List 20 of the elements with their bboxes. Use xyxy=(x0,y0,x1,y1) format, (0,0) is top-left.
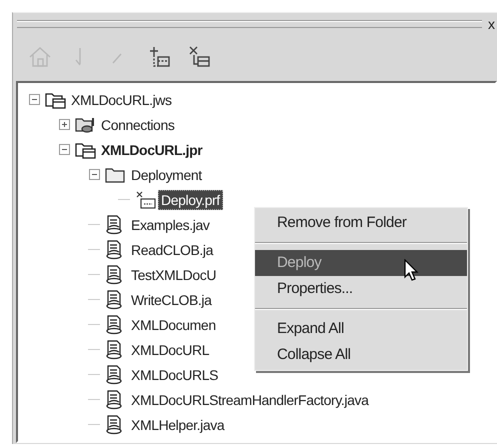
menu-item[interactable]: Remove from Folder xyxy=(255,210,467,236)
menu-item[interactable]: Deploy xyxy=(255,250,467,276)
close-button[interactable]: x xyxy=(486,16,497,32)
tree-item[interactable]: XMLDocURLStreamHandlerFactory.java xyxy=(128,390,372,410)
tree-item[interactable]: XMLDocumen xyxy=(128,314,219,334)
tree-item[interactable]: Deployment xyxy=(128,164,205,184)
tree-item[interactable]: XMLHelper.java xyxy=(128,414,228,434)
menu-item[interactable]: Properties... xyxy=(255,276,467,302)
menu-item[interactable]: Collapse All xyxy=(255,342,467,368)
tree-item[interactable]: WriteCLOB.ja xyxy=(128,290,215,310)
tree-item[interactable]: Examples.jav xyxy=(128,214,212,234)
tree-item[interactable]: TestXMLDocU xyxy=(128,264,220,284)
tree-item[interactable]: XMLDocURLS xyxy=(128,364,222,384)
tree-item[interactable]: Connections xyxy=(98,114,178,134)
tree-item[interactable]: Deploy.prf xyxy=(158,190,223,210)
menu-item[interactable]: Expand All xyxy=(255,316,467,342)
tree-item[interactable]: XMLDocURL.jpr xyxy=(98,140,206,160)
tree-item[interactable]: ReadCLOB.ja xyxy=(128,240,216,260)
tree-item[interactable]: XMLDocURL.jws xyxy=(68,90,175,110)
tree-item[interactable]: XMLDocURL xyxy=(128,340,212,360)
